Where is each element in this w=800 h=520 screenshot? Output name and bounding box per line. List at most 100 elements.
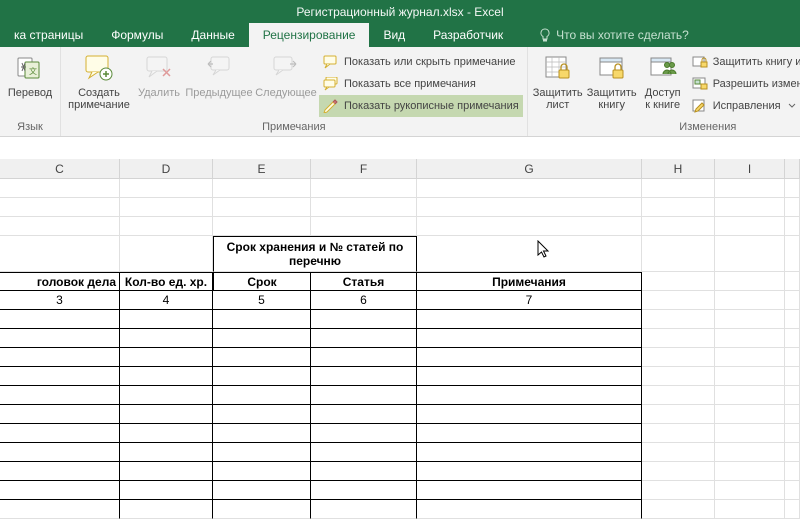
table-row[interactable] <box>0 329 800 348</box>
protect-and-share-icon <box>692 54 708 70</box>
tab-view[interactable]: Вид <box>369 23 419 47</box>
translate-button[interactable]: 文 Перевод <box>4 49 56 102</box>
app-title: Регистрационный журнал.xlsx - Excel <box>296 5 503 19</box>
tab-data[interactable]: Данные <box>177 23 248 47</box>
col-header-f[interactable]: F <box>311 159 417 178</box>
col-header-tail <box>785 159 800 178</box>
share-workbook-button[interactable]: Доступ к книге <box>640 49 686 114</box>
col-duration-header: Срок <box>213 272 311 291</box>
table-row[interactable]: Срок хранения и № статей по перечню <box>0 236 800 272</box>
col-num-5: 5 <box>213 291 311 310</box>
protect-workbook-icon <box>596 52 628 84</box>
prev-comment-icon <box>203 52 235 84</box>
protect-sheet-button[interactable]: Защитить лист <box>532 49 584 114</box>
table-row[interactable] <box>0 198 800 217</box>
col-qty-header: Кол-во ед. хр. <box>120 272 213 291</box>
table-row[interactable] <box>0 386 800 405</box>
table-row[interactable] <box>0 310 800 329</box>
protect-sheet-icon <box>542 52 574 84</box>
show-hide-comment-icon <box>323 54 339 70</box>
show-all-comments-icon <box>323 76 339 92</box>
new-comment-button[interactable]: Создать примечание <box>65 49 133 114</box>
col-article-header: Статья <box>311 272 417 291</box>
table-row[interactable] <box>0 405 800 424</box>
chevron-down-icon <box>788 103 796 109</box>
prev-comment-button: Предыдущее <box>185 49 253 102</box>
delete-comment-button: Удалить <box>135 49 183 102</box>
translate-label: Перевод <box>8 87 52 99</box>
group-label-comments: Примечания <box>65 121 523 135</box>
col-notes-header: Примечания <box>417 272 642 291</box>
col-num-7: 7 <box>417 291 642 310</box>
col-header-e[interactable]: E <box>213 159 311 178</box>
tab-developer[interactable]: Разработчик <box>419 23 517 47</box>
tell-me-search[interactable]: Что вы хотите сделать? <box>525 23 703 47</box>
track-changes-icon <box>692 98 708 114</box>
share-workbook-label: Доступ к книге <box>642 87 684 111</box>
translate-icon: 文 <box>14 52 46 84</box>
show-hide-comment-label: Показать или скрыть примечание <box>344 56 515 68</box>
track-changes-label: Исправления <box>713 100 781 112</box>
share-workbook-icon <box>647 52 679 84</box>
protect-workbook-label: Защитить книгу <box>587 87 637 111</box>
ribbon-group-comments: Создать примечание Удалить Предыдущее Сл… <box>61 47 528 136</box>
col-num-6: 6 <box>311 291 417 310</box>
allow-edit-ranges-icon <box>692 76 708 92</box>
tab-formulas[interactable]: Формулы <box>97 23 177 47</box>
protect-sheet-label: Защитить лист <box>533 87 583 111</box>
title-bar: Регистрационный журнал.xlsx - Excel <box>0 0 800 23</box>
col-header-g[interactable]: G <box>417 159 642 178</box>
new-comment-icon <box>83 52 115 84</box>
show-all-comments-label: Показать все примечания <box>344 78 476 90</box>
ribbon-group-changes: Защитить лист Защитить книгу Доступ к кн… <box>528 47 800 136</box>
table-row[interactable]: головок дела Кол-во ед. хр. Срок Статья … <box>0 272 800 291</box>
col-num-4: 4 <box>120 291 213 310</box>
show-all-comments-button[interactable]: Показать все примечания <box>319 73 523 95</box>
spreadsheet-area[interactable]: C D E F G H I Срок хранения и № статей п… <box>0 137 800 520</box>
delete-comment-label: Удалить <box>138 87 180 99</box>
table-row[interactable]: 3 4 5 6 7 <box>0 291 800 310</box>
protect-and-share-button[interactable]: Защитить книгу и дать общий до <box>688 51 800 73</box>
duration-section-header: Срок хранения и № статей по перечню <box>213 236 417 272</box>
table-row[interactable] <box>0 462 800 481</box>
table-row[interactable] <box>0 500 800 519</box>
next-comment-button: Следующее <box>255 49 317 102</box>
allow-edit-ranges-button[interactable]: Разрешить изменение диапазон <box>688 73 800 95</box>
next-comment-icon <box>270 52 302 84</box>
column-headers: C D E F G H I <box>0 159 800 179</box>
show-hide-comment-button[interactable]: Показать или скрыть примечание <box>319 51 523 73</box>
col-header-h[interactable]: H <box>642 159 715 178</box>
tell-me-label: Что вы хотите сделать? <box>556 28 689 42</box>
new-comment-label: Создать примечание <box>67 87 131 111</box>
protect-workbook-button[interactable]: Защитить книгу <box>586 49 638 114</box>
allow-edit-ranges-label: Разрешить изменение диапазон <box>713 78 800 90</box>
grid[interactable]: Срок хранения и № статей по перечню голо… <box>0 179 800 520</box>
col-header-c[interactable]: C <box>0 159 120 178</box>
svg-text:文: 文 <box>29 66 37 76</box>
show-ink-button[interactable]: Показать рукописные примечания <box>319 95 523 117</box>
table-row[interactable] <box>0 217 800 236</box>
table-row[interactable] <box>0 367 800 386</box>
col-header-d[interactable]: D <box>120 159 213 178</box>
table-row[interactable] <box>0 443 800 462</box>
delete-comment-icon <box>143 52 175 84</box>
ribbon: 文 Перевод Язык Создать примечание Удалит… <box>0 47 800 137</box>
col-header-i[interactable]: I <box>715 159 785 178</box>
show-ink-icon <box>323 98 339 114</box>
table-row[interactable] <box>0 348 800 367</box>
col-dela-header: головок дела <box>0 272 120 291</box>
lightbulb-icon <box>539 28 551 42</box>
protect-and-share-label: Защитить книгу и дать общий до <box>713 56 800 68</box>
track-changes-button[interactable]: Исправления <box>688 95 800 117</box>
ribbon-tabs: ка страницы Формулы Данные Рецензировани… <box>0 23 800 47</box>
group-label-changes: Изменения <box>532 121 800 135</box>
table-row[interactable] <box>0 424 800 443</box>
prev-comment-label: Предыдущее <box>185 87 252 99</box>
tab-review[interactable]: Рецензирование <box>249 23 370 47</box>
next-comment-label: Следующее <box>255 87 317 99</box>
show-ink-label: Показать рукописные примечания <box>344 100 519 112</box>
col-num-3: 3 <box>0 291 120 310</box>
table-row[interactable] <box>0 481 800 500</box>
table-row[interactable] <box>0 179 800 198</box>
tab-page-layout[interactable]: ка страницы <box>0 23 97 47</box>
